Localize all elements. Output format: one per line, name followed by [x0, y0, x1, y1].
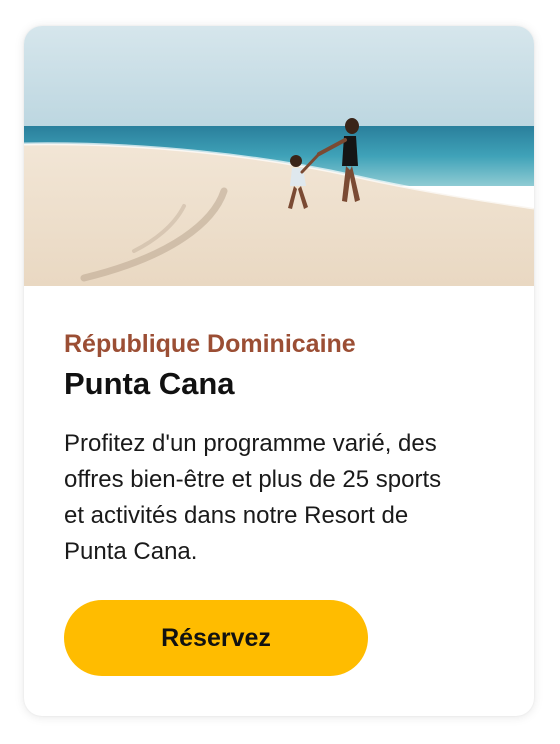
card-content: République Dominicaine Punta Cana Profit… [64, 326, 504, 570]
destination-description: Profitez d'un programme varié, des offre… [64, 430, 442, 565]
book-button[interactable]: Réservez [64, 600, 368, 676]
destination-card: République Dominicaine Punta Cana Profit… [24, 26, 534, 716]
beach-photo [24, 26, 534, 286]
destination-country: République Dominicaine [64, 330, 356, 358]
destination-title: Punta Cana [64, 366, 235, 401]
